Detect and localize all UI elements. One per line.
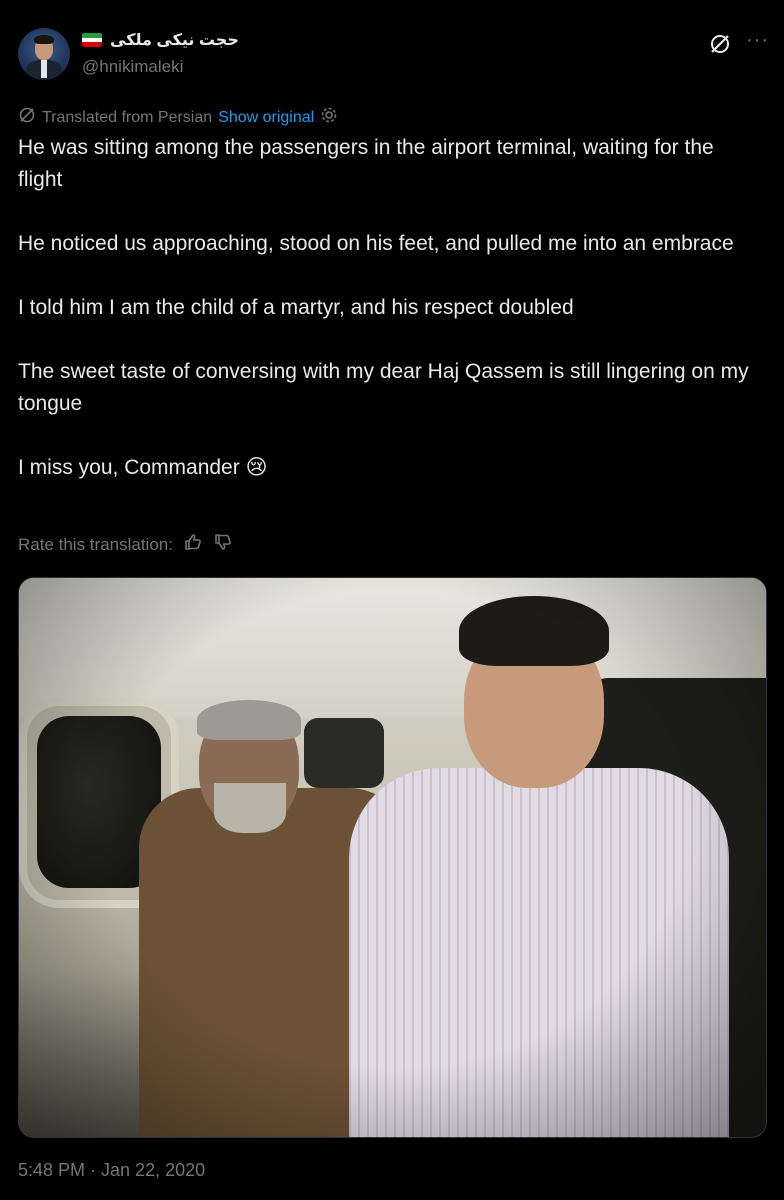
gear-icon[interactable] — [320, 106, 338, 129]
avatar[interactable] — [18, 28, 70, 80]
tweet-photo[interactable] — [18, 577, 767, 1138]
tweet-text: He was sitting among the passengers in t… — [18, 132, 763, 516]
tweet-paragraph: The sweet taste of conversing with my de… — [18, 360, 755, 415]
grok-icon[interactable] — [708, 32, 732, 56]
rate-translation-label: Rate this translation: — [18, 534, 173, 554]
thumbs-up-icon[interactable] — [183, 532, 203, 557]
timestamp[interactable]: 5:48 PM · Jan 22, 2020 — [18, 1160, 205, 1181]
display-name[interactable]: حجت نیکی ملکی — [110, 30, 239, 50]
translate-icon — [18, 106, 36, 129]
show-original-link[interactable]: Show original — [218, 109, 314, 127]
tweet-paragraph: I miss you, Commander 😢 — [18, 456, 268, 479]
thumbs-down-icon[interactable] — [213, 532, 233, 557]
tweet-paragraph: He noticed us approaching, stood on his … — [18, 232, 734, 255]
tweet-header: حجت نیکی ملکی @hnikimaleki ··· — [18, 26, 768, 86]
more-options-icon[interactable]: ··· — [746, 30, 770, 54]
handle[interactable]: @hnikimaleki — [82, 57, 183, 77]
photo-vignette — [19, 578, 766, 1137]
author-name-row[interactable]: حجت نیکی ملکی — [82, 30, 239, 50]
translated-from-label: Translated from Persian — [42, 108, 213, 126]
rate-translation-row: Rate this translation: — [18, 532, 233, 557]
translation-row: Translated from Persian Show original — [18, 106, 338, 129]
tweet-paragraph: I told him I am the child of a martyr, a… — [18, 296, 574, 319]
iran-flag-icon — [82, 33, 102, 47]
tweet-paragraph: He was sitting among the passengers in t… — [18, 136, 720, 191]
